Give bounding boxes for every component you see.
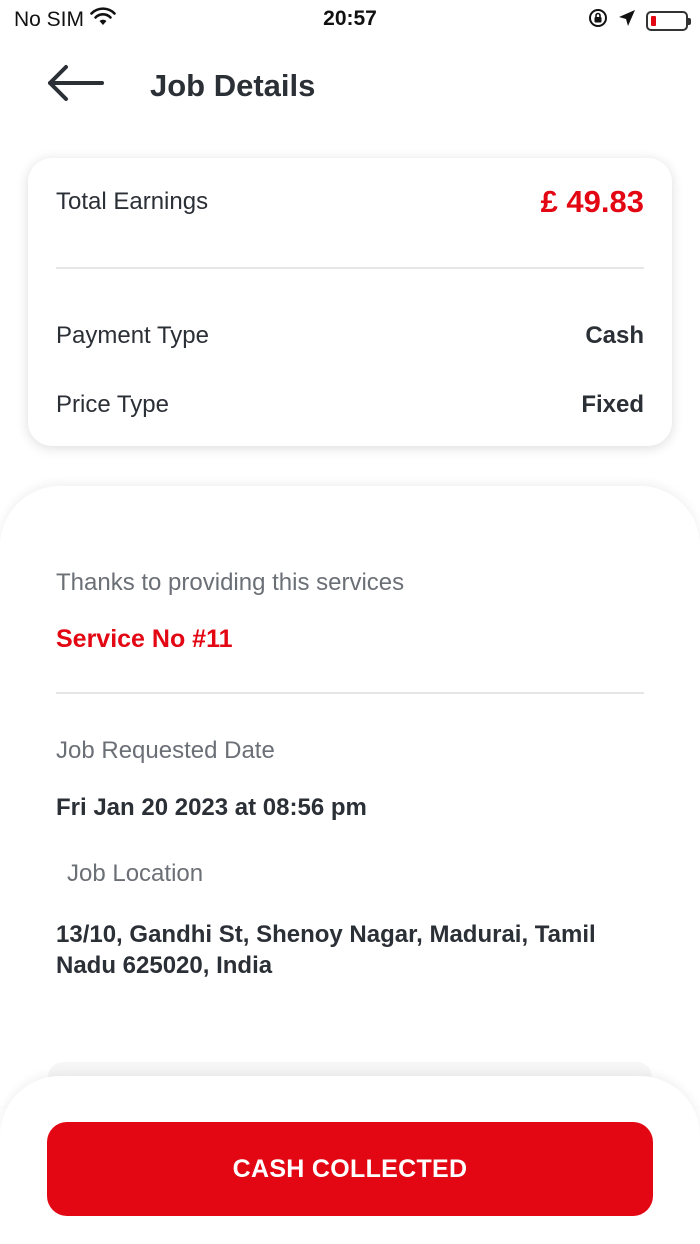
price-type-label: Price Type xyxy=(56,391,169,418)
payment-type-value: Cash xyxy=(585,322,644,349)
thanks-text: Thanks to providing this services xyxy=(56,569,405,596)
earnings-divider xyxy=(56,267,644,269)
location-label: Job Location xyxy=(67,860,204,887)
location-arrow-icon xyxy=(618,9,636,32)
header: Job Details xyxy=(0,48,700,124)
status-bar: No SIM 20:57 xyxy=(0,0,700,40)
status-right xyxy=(588,8,691,33)
total-earnings-label: Total Earnings xyxy=(56,188,209,215)
payment-type-row: Payment Type Cash xyxy=(56,322,644,350)
details-divider xyxy=(56,692,644,694)
location-value: 13/10, Gandhi St, Shenoy Nagar, Madurai,… xyxy=(56,921,596,979)
requested-date-value: Fri Jan 20 2023 at 08:56 pm xyxy=(56,794,367,821)
cash-collected-button[interactable]: CASH COLLECTED xyxy=(47,1122,653,1216)
back-button[interactable] xyxy=(40,60,110,110)
job-details-sheet: Thanks to providing this services Servic… xyxy=(0,486,700,1106)
battery-icon xyxy=(646,10,691,31)
price-type-value: Fixed xyxy=(581,391,644,418)
total-earnings-value: £ 49.83 xyxy=(540,184,644,219)
payment-type-label: Payment Type xyxy=(56,322,209,349)
price-type-row: Price Type Fixed xyxy=(56,391,644,419)
back-arrow-icon xyxy=(46,64,104,107)
orientation-lock-icon xyxy=(588,8,608,33)
requested-date-label: Job Requested Date xyxy=(56,737,275,764)
page-title: Job Details xyxy=(150,68,316,103)
earnings-card: Total Earnings £ 49.83 Payment Type Cash… xyxy=(28,158,672,446)
total-earnings-row: Total Earnings £ 49.83 xyxy=(56,184,644,220)
service-number: Service No #11 xyxy=(56,625,233,653)
